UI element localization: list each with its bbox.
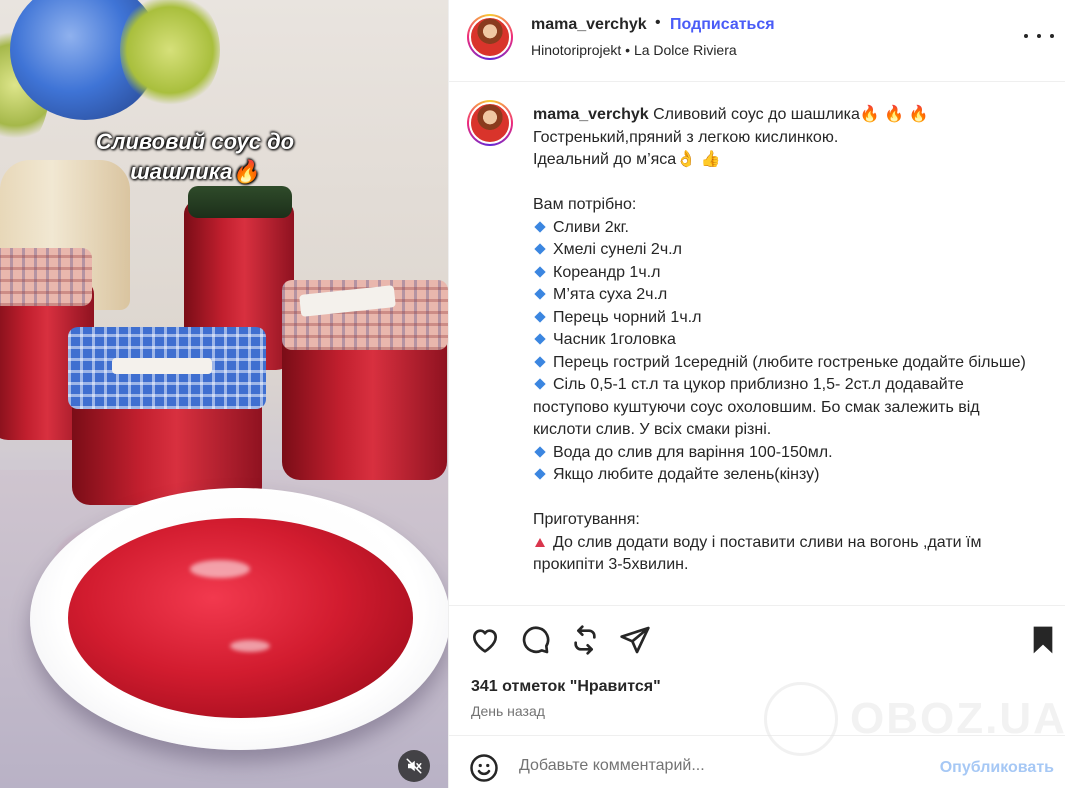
header-separator: • [655, 14, 661, 31]
audio-track[interactable]: La Dolce Riviera [634, 42, 737, 58]
ingredient-text: М’ята суха 2ч.л [553, 286, 668, 303]
blue-diamond-icon [534, 310, 546, 323]
blue-diamond-icon [534, 220, 546, 233]
jar-label-front [112, 358, 212, 374]
comment-input[interactable] [519, 750, 909, 782]
audio-artist[interactable]: Hinotoriprojekt [531, 42, 621, 58]
jar-lid-plaid-left [0, 248, 92, 306]
caption-first-line: mama_verchyk Сливовий соус до шашлика🔥 🔥… [533, 104, 1033, 127]
plum-sauce [68, 518, 413, 718]
comment-icon[interactable] [519, 624, 551, 656]
bookmark-icon[interactable] [1027, 624, 1059, 656]
caption-line: Гостренький,пряний з легкою кислинкою. [533, 128, 839, 146]
ingredient-item: Перець чорний 1ч.л [533, 307, 1033, 330]
ingredient-text: Часник 1головка [553, 331, 676, 348]
ingredient-item: Сливи 2кг. [533, 217, 1033, 240]
more-icon [1024, 34, 1028, 38]
ingredient-text: Перець чорний 1ч.л [553, 308, 702, 326]
ingredient-text: Вода до слив для варіння 100-150мл. [553, 443, 833, 461]
post-header: mama_verchyk • Подписаться Hinotoriproje… [449, 0, 1065, 82]
blue-diamond-icon [534, 333, 546, 345]
author-username[interactable]: mama_verchyk [531, 16, 647, 34]
more-options-button[interactable] [1024, 26, 1054, 46]
red-triangle-icon [535, 537, 545, 547]
ingredient-item: Якщо любите додайте зелень(кінзу) [533, 464, 1033, 487]
overlay-title-line2: шашлика🔥 [130, 159, 260, 184]
caption-author-avatar[interactable] [467, 100, 513, 146]
ingredient-text: Сіль 0,5-1 ст.л та цукор приблизно 1,5- … [533, 376, 985, 438]
audio-info: Hinotoriprojekt • La Dolce Riviera [531, 42, 737, 58]
blue-diamond-icon [534, 445, 546, 458]
emoji-icon[interactable] [469, 753, 499, 783]
overlay-title-line1: Сливовий соус до [95, 129, 295, 154]
follow-button[interactable]: Подписаться [670, 16, 775, 34]
likes-count[interactable]: 341 отметок "Нравится" [471, 678, 661, 696]
avatar-image [469, 102, 511, 144]
ingredient-text: Хмелі сунелі 2ч.л [553, 241, 682, 258]
heart-icon[interactable] [469, 624, 501, 656]
caption-title: Сливовий соус до шашлика🔥 🔥 🔥 [653, 106, 929, 123]
avatar-image [469, 16, 511, 58]
ingredient-item: Вода до слив для варіння 100-150мл. [533, 442, 1033, 465]
video-overlay-title: Сливовий соус до шашлика🔥 [60, 127, 330, 187]
preparation-step: До слив додати воду і поставити сливи на… [533, 532, 1033, 577]
share-icon[interactable] [619, 624, 651, 656]
blue-diamond-icon [534, 468, 546, 480]
caption-text: mama_verchyk Сливовий соус до шашлика🔥 🔥… [533, 104, 1033, 577]
blue-diamond-icon [534, 288, 546, 300]
more-icon-dot [1037, 34, 1041, 38]
ingredient-item: Кореандр 1ч.л [533, 262, 1033, 285]
caption-line: Ідеальний до м’яса👌 👍 [533, 151, 721, 168]
blue-diamond-icon [534, 265, 546, 278]
ingredients-heading: Вам потрібно: [533, 196, 637, 213]
mute-button[interactable] [398, 750, 430, 782]
preparation-text: До слив додати воду і поставити сливи на… [533, 533, 986, 574]
ingredient-item: М’ята суха 2ч.л [533, 284, 1033, 307]
ingredient-item: Сіль 0,5-1 ст.л та цукор приблизно 1,5- … [533, 374, 1033, 442]
post-sidebar: mama_verchyk • Подписаться Hinotoriproje… [448, 0, 1065, 788]
blue-diamond-icon [534, 378, 546, 390]
ingredient-text: Сливи 2кг. [553, 218, 629, 236]
blue-diamond-icon [534, 243, 546, 255]
preparation-heading: Приготування: [533, 511, 640, 528]
flowers-decoration-2 [120, 0, 220, 110]
ingredient-text: Кореандр 1ч.л [553, 263, 661, 281]
ingredient-item: Часник 1головка [533, 329, 1033, 352]
ingredient-item: Перець гострий 1середній (любите гострен… [533, 352, 1033, 375]
post-actions: 341 отметок "Нравится" День назад [449, 605, 1065, 735]
mute-icon [406, 758, 422, 774]
caption-username[interactable]: mama_verchyk [533, 106, 649, 123]
author-avatar[interactable] [467, 14, 513, 60]
caption-blank [533, 172, 1033, 195]
sauce-shine-2 [230, 640, 270, 652]
comment-bar: Опубликовать [449, 735, 1065, 788]
more-icon-dot [1050, 34, 1054, 38]
publish-button[interactable]: Опубликовать [940, 759, 1054, 777]
blue-diamond-icon [534, 355, 546, 368]
ingredient-text: Перець гострий 1середній (любите гострен… [553, 353, 1026, 371]
sauce-shine [190, 560, 250, 578]
audio-separator: • [625, 42, 631, 58]
repost-icon[interactable] [569, 624, 601, 656]
ingredient-text: Якщо любите додайте зелень(кінзу) [553, 466, 820, 483]
ingredient-item: Хмелі сунелі 2ч.л [533, 239, 1033, 262]
post-media[interactable]: Сливовий соус до шашлика🔥 [0, 0, 448, 788]
jar-lid-green [188, 186, 292, 218]
post-timestamp[interactable]: День назад [471, 703, 545, 719]
caption-area[interactable]: mama_verchyk Сливовий соус до шашлика🔥 🔥… [449, 83, 1065, 605]
caption-blank [533, 487, 1033, 510]
